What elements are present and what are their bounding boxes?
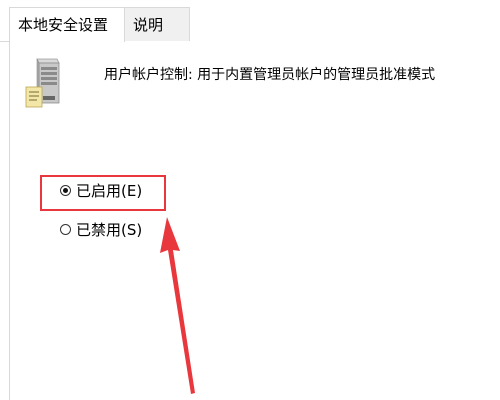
radio-disabled-label: 已禁用(S): [76, 221, 143, 239]
tab-local-security-setting[interactable]: 本地安全设置: [9, 7, 125, 42]
tab-explain[interactable]: 说明: [124, 7, 190, 41]
radio-button-unchecked[interactable]: [60, 224, 71, 235]
radio-enabled-label: 已启用(E): [76, 182, 143, 200]
annotation-arrow-icon: [160, 217, 195, 394]
settings-panel: 用户帐户控制: 用于内置管理员帐户的管理员批准模式 已启用(E) 已禁用(S): [9, 41, 500, 400]
radio-enabled[interactable]: 已启用(E): [60, 180, 142, 201]
policy-title: 用户帐户控制: 用于内置管理员帐户的管理员批准模式: [104, 67, 436, 83]
radio-disabled[interactable]: 已禁用(S): [60, 219, 142, 240]
server-icon: [25, 58, 60, 108]
radio-button-checked[interactable]: [60, 185, 71, 196]
tab-strip: 本地安全设置 说明: [0, 0, 500, 42]
